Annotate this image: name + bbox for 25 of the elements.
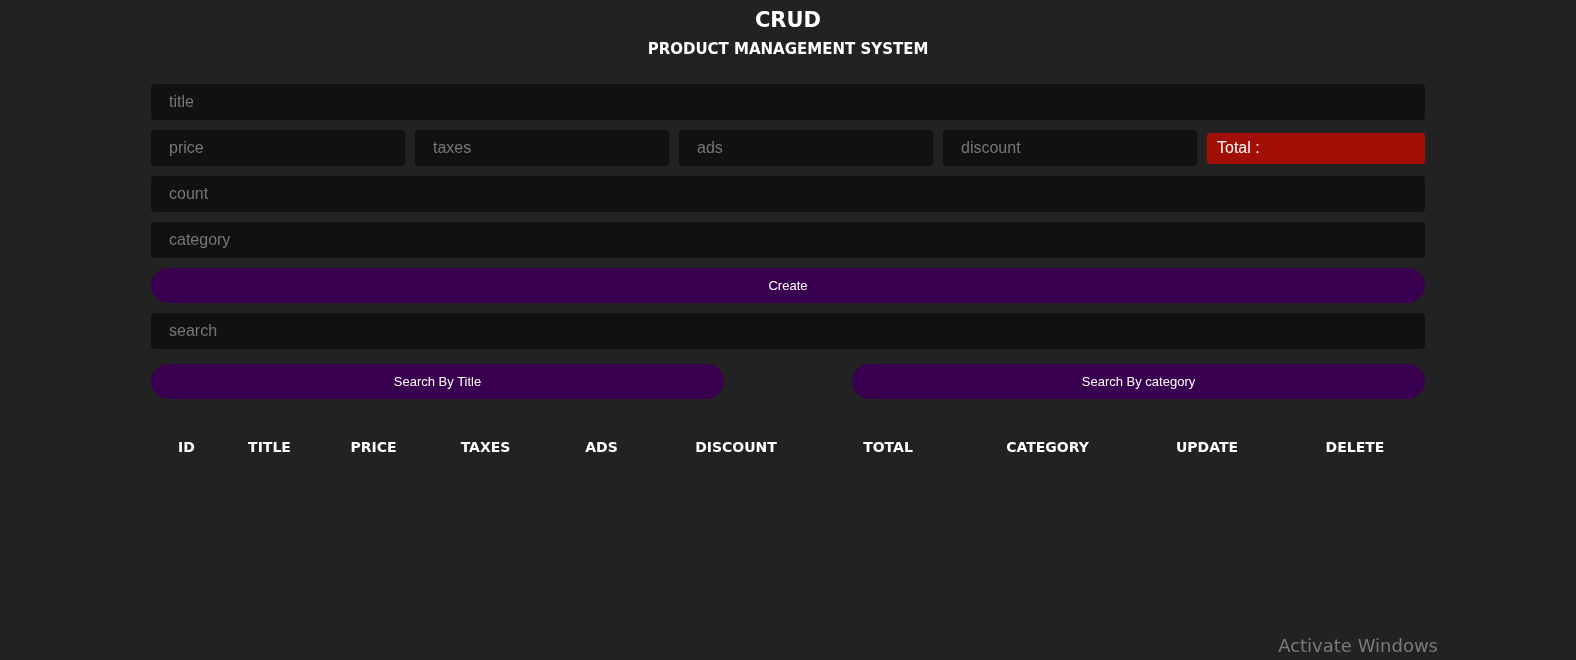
column-header: CATEGORY [1005, 438, 1090, 457]
input-field[interactable]: ads [679, 130, 933, 166]
input-field[interactable]: count [151, 176, 1425, 212]
column-header: DELETE [1324, 438, 1386, 457]
column-header: DISCOUNT [694, 438, 778, 457]
activation-notice: Activate Windows [1278, 634, 1438, 658]
column-header: ADS [584, 438, 619, 457]
create-button[interactable]: Create [151, 268, 1425, 303]
input-field[interactable]: category [151, 222, 1425, 258]
input-field[interactable]: taxes [415, 130, 669, 166]
input-field[interactable]: price [151, 130, 405, 166]
column-header: TAXES [459, 438, 512, 457]
column-header: TOTAL [862, 438, 914, 457]
page-subtitle: PRODUCT MANAGEMENT SYSTEM [646, 39, 930, 59]
column-header: UPDATE [1174, 438, 1240, 457]
column-header: TITLE [247, 438, 292, 457]
page-title: CRUD [753, 7, 823, 33]
search-button[interactable]: Search By Title [151, 364, 724, 399]
input-field[interactable]: discount [943, 130, 1197, 166]
column-header: PRICE [349, 438, 398, 457]
total-display: Total : [1207, 132, 1425, 164]
column-header: ID [177, 438, 196, 457]
search-button[interactable]: Search By category [852, 364, 1425, 399]
input-field[interactable]: title [151, 84, 1425, 120]
input-field[interactable]: search [151, 313, 1425, 349]
